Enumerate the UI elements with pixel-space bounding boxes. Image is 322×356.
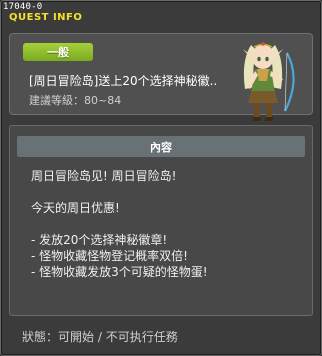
- quest-type-badge: 一般: [23, 43, 93, 61]
- window-title: QUEST INFO: [9, 12, 83, 23]
- description-blank-line: [31, 216, 301, 232]
- description-line: 周日冒险岛见! 周日冒险岛!: [31, 169, 177, 183]
- content-header: 內容: [17, 136, 305, 157]
- recommended-level: 建議等級：80~84: [29, 92, 121, 108]
- quest-name: [周日冒险岛]送上20个选择神秘徽..: [29, 74, 218, 88]
- status-text: 可開始 / 不可执行任務: [58, 330, 178, 344]
- description-line: - 怪物收藏发放3个可疑的怪物蛋!: [31, 265, 208, 279]
- elf-archer-npc-icon: [243, 42, 295, 121]
- description-line: - 发放20个选择神秘徽章!: [31, 233, 168, 247]
- level-label: 建議等級：: [29, 94, 84, 107]
- quest-status: 狀態：可開始 / 不可执行任務: [22, 328, 178, 345]
- quest-description: 周日冒险岛见! 周日冒险岛! 今天的周日优惠! - 发放20个选择神秘徽章! -…: [31, 168, 301, 280]
- level-range: 80~84: [84, 94, 122, 107]
- description-line: 今天的周日优惠!: [31, 201, 120, 215]
- description-blank-line: [31, 184, 301, 200]
- quest-id: 17040-0: [3, 2, 43, 12]
- description-line: - 怪物收藏怪物登记概率双倍!: [31, 249, 188, 263]
- quest-info-window: 17040-0 QUEST INFO 一般 [周日冒险岛]送上20个选择神秘徽.…: [0, 0, 322, 356]
- quest-content-panel: 內容 周日冒险岛见! 周日冒险岛! 今天的周日优惠! - 发放20个选择神秘徽章…: [9, 125, 313, 316]
- status-label: 狀態：: [22, 330, 59, 344]
